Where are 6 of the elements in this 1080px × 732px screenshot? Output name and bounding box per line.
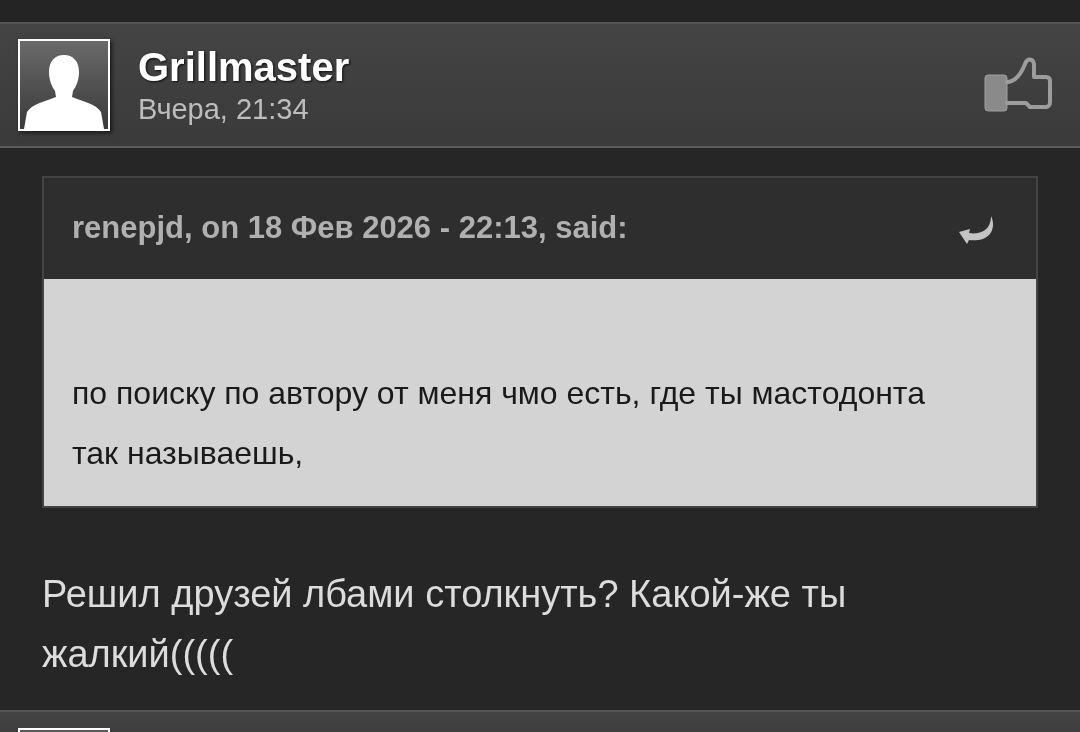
quote-citation: renepjd, on 18 Фев 2026 - 22:13, said:	[72, 209, 629, 248]
post-time: Вчера, 21:34	[138, 92, 310, 126]
avatar-silhouette-icon	[18, 39, 110, 131]
quote-text: по поиску по автору от меня чмо есть, где ты мастодонта так называешь,	[72, 374, 926, 473]
author-name[interactable]: Grillmaster	[138, 44, 984, 90]
post-text: Решил друзей лбами столкнуть? Какой-же ты жалкий(((((	[42, 572, 848, 677]
